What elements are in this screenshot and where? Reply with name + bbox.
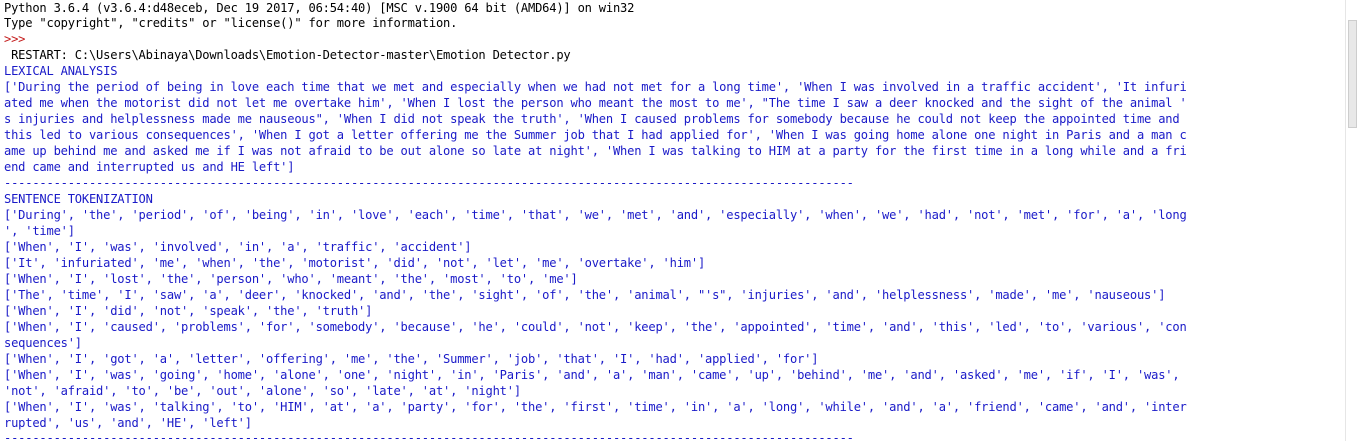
- shell-output-area[interactable]: Python 3.6.4 (v3.6.4:d48eceb, Dec 19 201…: [0, 0, 1345, 441]
- lexical-output-line: ['During the period of being in love eac…: [4, 80, 1187, 94]
- token-output-line: ['The', 'time', 'I', 'saw', 'a', 'deer',…: [4, 288, 1166, 302]
- lexical-analysis-heading: LEXICAL ANALYSIS: [4, 64, 118, 78]
- token-output-line: sequences']: [4, 336, 82, 350]
- scrollbar-thumb[interactable]: [1348, 20, 1357, 128]
- restart-line: RESTART: C:\Users\Abinaya\Downloads\Emot…: [4, 48, 571, 62]
- token-output-line: ['When', 'I', 'lost', 'the', 'person', '…: [4, 272, 578, 286]
- sentence-tokenization-heading: SENTENCE TOKENIZATION: [4, 192, 153, 206]
- token-output-line: ['When', 'I', 'did', 'not', 'speak', 'th…: [4, 304, 373, 318]
- token-output-line: 'not', 'afraid', 'to', 'be', 'out', 'alo…: [4, 384, 521, 398]
- python-version-banner: Python 3.6.4 (v3.6.4:d48eceb, Dec 19 201…: [4, 1, 635, 15]
- separator-line: ----------------------------------------…: [4, 176, 854, 190]
- python-info-banner: Type "copyright", "credits" or "license(…: [4, 16, 458, 30]
- lexical-output-line: s injuries and helplessness made me naus…: [4, 112, 1180, 126]
- token-output-line: ['When', 'I', 'was', 'going', 'home', 'a…: [4, 368, 1180, 382]
- vertical-scrollbar[interactable]: [1345, 0, 1359, 441]
- token-output-line: ['When', 'I', 'got', 'a', 'letter', 'off…: [4, 352, 819, 366]
- token-output-line: rupted', 'us', 'and', 'HE', 'left']: [4, 416, 252, 430]
- token-output-line: ['It', 'infuriated', 'me', 'when', 'the'…: [4, 256, 706, 270]
- token-output-line: ['When', 'I', 'was', 'involved', 'in', '…: [4, 240, 472, 254]
- token-output-line: ', 'time']: [4, 224, 75, 238]
- lexical-output-line: end came and interrupted us and HE left'…: [4, 160, 295, 174]
- python-idle-shell-window: Python 3.6.4 (v3.6.4:d48eceb, Dec 19 201…: [0, 0, 1359, 441]
- lexical-output-line: ame up behind me and asked me if I was n…: [4, 144, 1187, 158]
- token-output-line: ['When', 'I', 'caused', 'problems', 'for…: [4, 320, 1187, 334]
- token-output-line: ['When', 'I', 'was', 'talking', 'to', 'H…: [4, 400, 1187, 414]
- shell-prompt: >>>: [4, 32, 33, 46]
- separator-line: ----------------------------------------…: [4, 431, 854, 441]
- lexical-output-line: this led to various consequences', 'When…: [4, 128, 1187, 142]
- token-output-line: ['During', 'the', 'period', 'of', 'being…: [4, 208, 1187, 222]
- lexical-output-line: ated me when the motorist did not let me…: [4, 96, 1187, 110]
